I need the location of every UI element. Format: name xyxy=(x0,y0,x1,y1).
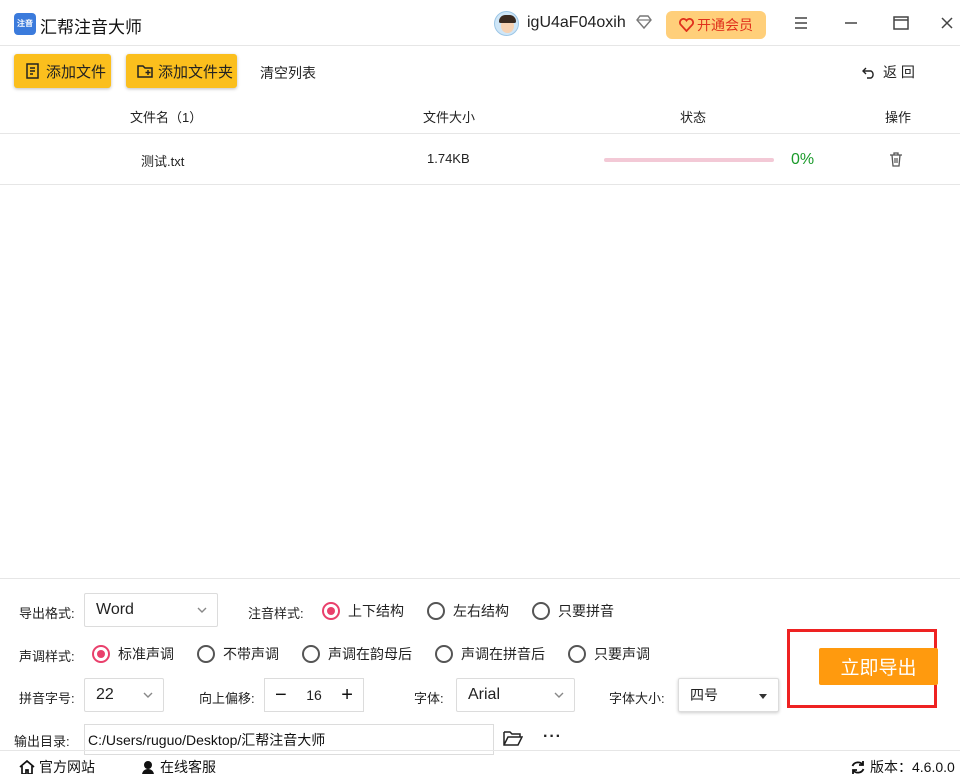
radio-standard-tone[interactable]: 标准声调 xyxy=(92,644,174,664)
radio-dot xyxy=(532,602,550,620)
radio-dot xyxy=(568,645,586,663)
pinyin-size-select[interactable]: 22 xyxy=(84,678,164,712)
back-label: 返 回 xyxy=(883,64,915,80)
more-options-icon[interactable]: ··· xyxy=(543,728,562,746)
offset-value[interactable]: 16 xyxy=(306,687,322,703)
caret-down-icon xyxy=(759,694,767,699)
column-size-header: 文件大小 xyxy=(423,110,476,125)
radio-dot xyxy=(302,645,320,663)
chevron-down-icon xyxy=(197,607,207,613)
online-support-link[interactable]: 在线客服 xyxy=(140,757,216,774)
pinyin-size-value: 22 xyxy=(96,686,114,703)
radio-label: 不带声调 xyxy=(223,646,279,662)
vip-label: 开通会员 xyxy=(697,17,753,33)
clear-list-button[interactable]: 清空列表 xyxy=(260,63,316,83)
radio-dot xyxy=(197,645,215,663)
radio-label: 标准声调 xyxy=(118,646,174,662)
font-size-label: 字体大小: xyxy=(609,691,665,706)
radio-dot xyxy=(322,602,340,620)
radio-label: 声调在韵母后 xyxy=(328,646,412,662)
file-name: 测试.txt xyxy=(141,154,185,169)
app-title: 汇帮注音大师 xyxy=(40,18,142,37)
radio-dot xyxy=(92,645,110,663)
export-format-value: Word xyxy=(96,601,134,618)
progress-percent: 0% xyxy=(791,151,815,168)
radio-label: 声调在拼音后 xyxy=(461,646,545,662)
table-row: 测试.txt 1.74KB 0% xyxy=(0,134,960,185)
add-file-button[interactable]: 添加文件 xyxy=(14,54,111,88)
official-website-label: 官方网站 xyxy=(39,759,95,774)
add-folder-icon xyxy=(137,65,153,78)
radio-label: 左右结构 xyxy=(453,603,509,619)
radio-top-bottom[interactable]: 上下结构 xyxy=(322,601,404,621)
radio-label: 只要声调 xyxy=(594,646,650,662)
column-action-header: 操作 xyxy=(885,110,912,125)
title-bar: 注音 汇帮注音大师 igU4aF04oxih 开通会员 xyxy=(0,0,960,46)
radio-tone-after-pinyin[interactable]: 声调在拼音后 xyxy=(435,644,545,664)
file-size: 1.74KB xyxy=(427,151,470,166)
font-label: 字体: xyxy=(414,691,444,706)
delete-icon[interactable] xyxy=(888,151,904,167)
radio-label: 上下结构 xyxy=(348,603,404,619)
version-info: 版本：4.6.0.0 xyxy=(850,757,955,774)
username[interactable]: igU4aF04oxih xyxy=(527,14,626,32)
output-dir-label: 输出目录: xyxy=(14,734,70,749)
add-folder-label: 添加文件夹 xyxy=(158,63,234,81)
settings-panel: 导出格式: Word 注音样式: 上下结构 左右结构 只要拼音 声调样式: 标准… xyxy=(0,578,960,774)
increment-button[interactable]: + xyxy=(341,685,353,705)
radio-dot xyxy=(427,602,445,620)
radio-pinyin-only[interactable]: 只要拼音 xyxy=(532,601,614,621)
vip-button[interactable]: 开通会员 xyxy=(666,11,766,39)
back-arrow-icon xyxy=(862,67,874,79)
pinyin-size-label: 拼音字号: xyxy=(19,691,75,706)
diamond-icon xyxy=(636,15,652,30)
progress-bar xyxy=(604,158,774,162)
chevron-down-icon xyxy=(554,692,564,698)
radio-tone-only[interactable]: 只要声调 xyxy=(568,644,650,664)
font-size-select[interactable]: 四号 xyxy=(678,678,779,712)
add-folder-button[interactable]: 添加文件夹 xyxy=(126,54,237,88)
output-dir-value: C:/Users/ruguo/Desktop/汇帮注音大师 xyxy=(88,731,326,748)
refresh-icon xyxy=(851,760,865,774)
decrement-button[interactable]: − xyxy=(275,685,287,705)
close-icon[interactable] xyxy=(936,12,958,34)
font-size-value: 四号 xyxy=(690,687,718,703)
export-format-label: 导出格式: xyxy=(19,606,75,621)
tone-style-label: 声调样式: xyxy=(19,649,75,664)
folder-open-icon[interactable] xyxy=(503,729,523,747)
column-name-header: 文件名（1） xyxy=(130,110,203,125)
menu-icon[interactable] xyxy=(790,12,812,34)
heart-icon xyxy=(679,18,694,32)
radio-label: 只要拼音 xyxy=(558,603,614,619)
export-format-select[interactable]: Word xyxy=(84,593,218,627)
home-icon xyxy=(19,759,35,774)
font-value: Arial xyxy=(468,686,501,703)
official-website-link[interactable]: 官方网站 xyxy=(19,757,95,774)
offset-label: 向上偏移: xyxy=(199,691,255,706)
user-avatar[interactable] xyxy=(494,11,519,36)
back-button[interactable]: 返 回 xyxy=(861,62,915,82)
radio-left-right[interactable]: 左右结构 xyxy=(427,601,509,621)
file-table-header: 文件名（1） 文件大小 状态 操作 xyxy=(0,96,960,134)
radio-no-tone[interactable]: 不带声调 xyxy=(197,644,279,664)
version-label: 版本：4.6.0.0 xyxy=(870,759,955,774)
offset-stepper[interactable]: − 16 + xyxy=(264,678,364,712)
status-bar: 官方网站 在线客服 版本：4.6.0.0 xyxy=(0,750,960,774)
radio-tone-after-final[interactable]: 声调在韵母后 xyxy=(302,644,412,664)
toolbar: 添加文件 添加文件夹 清空列表 返 回 xyxy=(0,46,960,96)
add-file-icon xyxy=(26,63,39,79)
maximize-icon[interactable] xyxy=(890,12,912,34)
chevron-down-icon xyxy=(143,692,153,698)
add-file-label: 添加文件 xyxy=(46,63,107,81)
online-support-label: 在线客服 xyxy=(160,759,216,774)
annotation-style-label: 注音样式: xyxy=(248,606,304,621)
export-now-button[interactable]: 立即导出 xyxy=(819,648,938,685)
app-logo: 注音 xyxy=(14,13,36,35)
font-select[interactable]: Arial xyxy=(456,678,575,712)
column-status-header: 状态 xyxy=(680,110,707,125)
radio-dot xyxy=(435,645,453,663)
minimize-icon[interactable] xyxy=(840,12,862,34)
headset-icon xyxy=(142,760,154,774)
